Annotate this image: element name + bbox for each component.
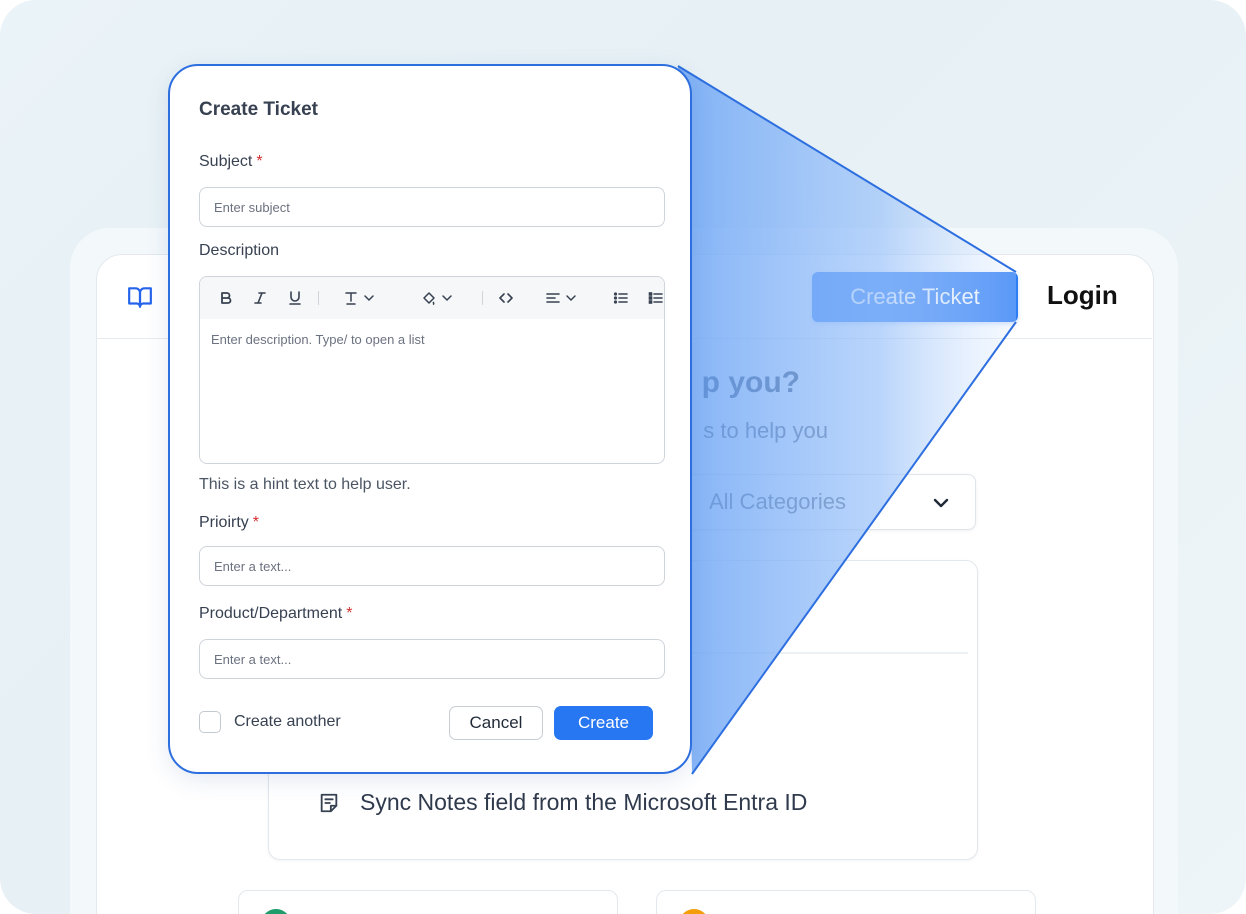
required-marker: * <box>252 514 260 531</box>
article-link[interactable]: Sync Notes field from the Microsoft Entr… <box>318 789 807 816</box>
hint-text: This is a hint text to help user. <box>199 476 411 493</box>
create-ticket-button[interactable]: Create Ticket <box>812 272 1018 322</box>
bold-icon[interactable] <box>218 288 234 308</box>
create-another-checkbox[interactable] <box>199 711 221 733</box>
category-dot <box>679 909 709 914</box>
product-department-input[interactable] <box>199 639 665 679</box>
product-department-label: Product/Department * <box>199 605 352 623</box>
text-color-icon[interactable] <box>343 288 375 308</box>
bullet-list-icon[interactable] <box>613 288 629 308</box>
required-marker: * <box>346 605 353 622</box>
description-textarea[interactable] <box>200 319 664 463</box>
highlight-icon[interactable] <box>421 288 453 308</box>
numbered-list-icon[interactable] <box>648 288 664 308</box>
create-button[interactable]: Create <box>554 706 653 740</box>
create-another-label: Create another <box>234 713 341 730</box>
book-icon[interactable] <box>127 284 153 310</box>
login-link[interactable]: Login <box>1047 280 1118 311</box>
editor-toolbar <box>200 277 664 319</box>
chevron-down-icon <box>933 498 949 508</box>
category-card[interactable] <box>238 890 618 914</box>
toolbar-divider <box>318 291 319 305</box>
article-title: Sync Notes field from the Microsoft Entr… <box>360 789 808 815</box>
description-editor <box>199 276 665 464</box>
subject-label: Subject * <box>199 153 263 171</box>
italic-icon[interactable] <box>252 288 268 308</box>
category-dot <box>261 909 291 914</box>
category-select-value: All Categories <box>709 489 846 514</box>
background-stage: Create Ticket Login p you? s to help you… <box>0 0 1246 914</box>
note-icon <box>320 793 338 812</box>
align-icon[interactable] <box>545 288 577 308</box>
description-label: Description <box>199 242 280 259</box>
priority-input[interactable] <box>199 546 665 586</box>
priority-label: Prioirty * <box>199 514 259 532</box>
priority-label-text: Prioirty <box>199 514 249 531</box>
modal-title: Create Ticket <box>199 99 318 120</box>
code-icon[interactable] <box>498 288 514 308</box>
create-ticket-modal: Create Ticket Subject* Description <box>168 64 692 774</box>
subject-label-text: Subject <box>199 153 253 170</box>
toolbar-divider <box>482 291 483 305</box>
underline-icon[interactable] <box>287 288 303 308</box>
product-label-text: Product/Department <box>199 605 343 622</box>
subject-input[interactable] <box>199 187 665 227</box>
category-card[interactable] <box>656 890 1036 914</box>
required-marker: * <box>256 153 263 170</box>
cancel-button[interactable]: Cancel <box>449 706 543 740</box>
